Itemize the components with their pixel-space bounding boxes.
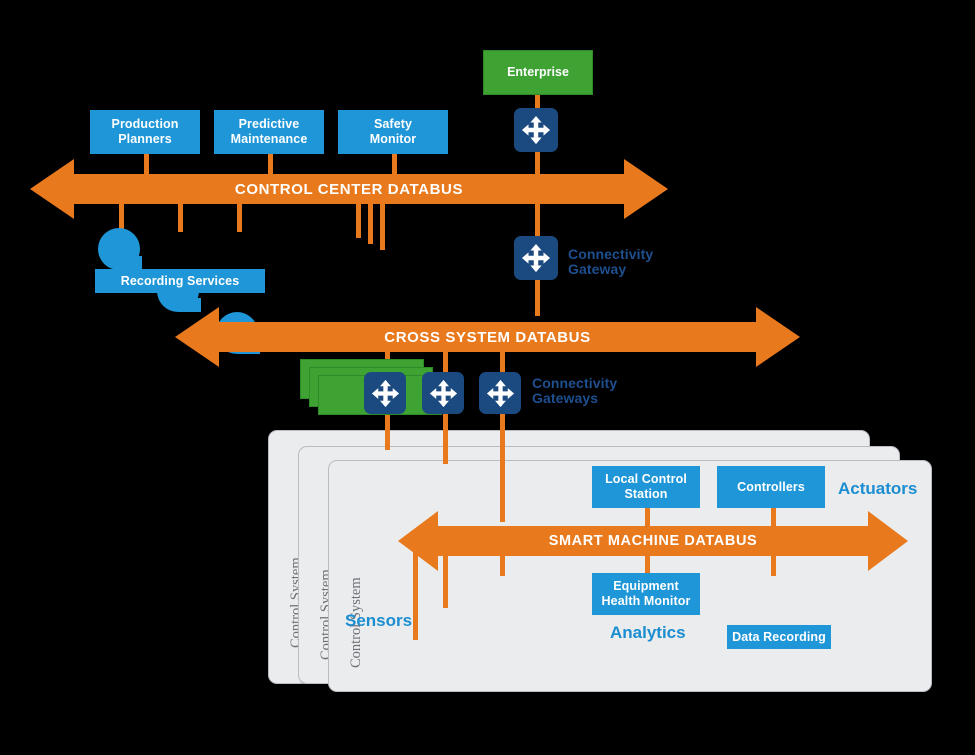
application-label: Production Planners <box>111 117 179 146</box>
line-enterprise-gateway <box>535 93 540 109</box>
data-recording-label: Data Recording <box>732 629 826 644</box>
four-way-arrow-icon <box>521 115 551 145</box>
sensors-caption: Sensors <box>345 611 413 630</box>
application-label: Safety Monitor <box>369 117 417 146</box>
connectivity-gateway-label: Connectivity Gateway <box>568 246 654 278</box>
connectivity-gateway-single[interactable] <box>514 236 558 280</box>
four-way-arrow-icon <box>521 243 551 273</box>
connectivity-gateway-2[interactable] <box>422 372 464 414</box>
application-box-safety-monitor[interactable]: Safety Monitor <box>338 110 448 154</box>
smart-machine-databus: SMART MACHINE DATABUS <box>398 510 908 572</box>
four-way-arrow-icon <box>371 379 400 408</box>
disk-foot <box>120 256 142 270</box>
equipment-health-monitor-label: Equipment Health Monitor <box>601 579 691 608</box>
control-center-databus: CONTROL CENTER DATABUS <box>30 158 668 220</box>
line-gateway-1-to-panel <box>385 412 390 450</box>
enterprise-box[interactable]: Enterprise <box>483 50 593 95</box>
analytics-caption: Analytics <box>610 623 686 642</box>
controllers-label: Controllers <box>737 479 805 494</box>
local-control-station-box[interactable]: Local Control Station <box>592 466 700 508</box>
data-recording-box[interactable]: Data Recording <box>727 625 831 649</box>
controllers-box[interactable]: Controllers <box>717 466 825 508</box>
connectivity-gateways-label: Connectivity Gateways <box>532 375 618 407</box>
local-control-station-label: Local Control Station <box>605 472 687 501</box>
equipment-health-monitor-box[interactable]: Equipment Health Monitor <box>592 573 700 615</box>
smart-machine-databus-label: SMART MACHINE DATABUS <box>548 533 758 549</box>
line-gateway-2-to-panel <box>443 412 448 464</box>
four-way-arrow-icon <box>486 379 515 408</box>
application-box-production-planners[interactable]: Production Planners <box>90 110 200 154</box>
recording-services-label: Recording Services <box>120 273 240 288</box>
connectivity-gateway-3[interactable] <box>479 372 521 414</box>
recording-services-bar[interactable]: Recording Services <box>95 269 265 293</box>
control-center-databus-label: CONTROL CENTER DATABUS <box>234 180 464 198</box>
connectivity-gateway-1[interactable] <box>364 372 406 414</box>
line-gateway-3-to-panel <box>500 412 505 522</box>
actuators-caption: Actuators <box>838 479 918 498</box>
application-label: Predictive Maintenance <box>230 117 308 146</box>
cross-system-databus: CROSS SYSTEM DATABUS <box>175 306 800 368</box>
four-way-arrow-icon <box>429 379 458 408</box>
application-box-predictive-maintenance[interactable]: Predictive Maintenance <box>214 110 324 154</box>
enterprise-label: Enterprise <box>507 65 569 80</box>
recording-service-disk-1[interactable] <box>98 228 142 270</box>
architecture-diagram: Control System Control System Control Sy… <box>0 0 975 755</box>
cross-system-databus-label: CROSS SYSTEM DATABUS <box>384 328 591 346</box>
enterprise-connectivity-gateway[interactable] <box>514 108 558 152</box>
